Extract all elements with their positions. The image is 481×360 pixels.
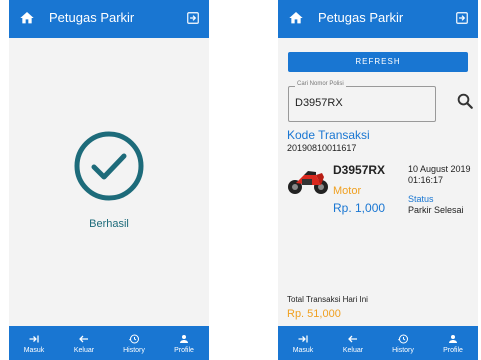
check-circle-icon (74, 131, 144, 201)
app-bar: Petugas Parkir (9, 0, 209, 38)
login-arrow-icon (298, 335, 308, 342)
status-label: Status (408, 194, 434, 204)
nav-label: Keluar (342, 346, 364, 354)
price: Rp. 1,000 (333, 201, 386, 215)
search-icon[interactable] (456, 92, 474, 110)
person-icon (180, 334, 188, 343)
bottom-nav: Masuk Keluar History Profile (278, 326, 478, 360)
exit-icon[interactable] (186, 11, 200, 25)
refresh-button[interactable]: REFRESH (288, 52, 468, 72)
person-icon (449, 334, 457, 343)
motorcycle-icon (288, 171, 328, 194)
history-icon (129, 334, 139, 343)
kode-transaksi-value: 20190810011617 (287, 143, 357, 153)
success-screen: Petugas Parkir Berhasil Masuk Keluar His… (9, 0, 209, 360)
transaction-datetime: 10 August 2019 01:16:17 (408, 164, 471, 186)
nav-history[interactable]: History (378, 326, 428, 360)
back-arrow-icon (348, 335, 357, 342)
nav-label: History (123, 346, 145, 354)
home-icon[interactable] (19, 10, 35, 26)
bottom-nav: Masuk Keluar History Profile (9, 326, 209, 360)
total-value: Rp. 51,000 (287, 308, 341, 320)
status-value: Parkir Selesai (408, 205, 464, 215)
home-icon[interactable] (288, 10, 304, 26)
transaction-time: 01:16:17 (408, 175, 444, 185)
plate-number: D3957RX (333, 163, 386, 177)
nav-keluar[interactable]: Keluar (59, 326, 109, 360)
nav-history[interactable]: History (109, 326, 159, 360)
nav-keluar[interactable]: Keluar (328, 326, 378, 360)
app-bar: Petugas Parkir (278, 0, 478, 38)
success-label: Berhasil (89, 218, 129, 230)
nav-profile[interactable]: Profile (428, 326, 478, 360)
search-input[interactable]: Cari Nomor Polisi D3957RX (288, 81, 436, 122)
nav-label: Keluar (73, 346, 95, 354)
content: REFRESH Cari Nomor Polisi D3957RX Kode T… (278, 38, 478, 326)
vehicle-type: Motor (333, 185, 362, 197)
nav-label: History (392, 346, 414, 354)
kode-transaksi-label: Kode Transaksi (287, 128, 370, 142)
app-title: Petugas Parkir (318, 10, 404, 25)
transaction-screen: Petugas Parkir REFRESH Cari Nomor Polisi… (278, 0, 478, 360)
back-arrow-icon (79, 335, 88, 342)
history-icon (398, 334, 408, 343)
nav-label: Masuk (292, 346, 314, 354)
exit-icon[interactable] (455, 11, 469, 25)
nav-label: Profile (443, 346, 463, 354)
search-label: Cari Nomor Polisi (295, 81, 346, 87)
nav-profile[interactable]: Profile (159, 326, 209, 360)
nav-masuk[interactable]: Masuk (278, 326, 328, 360)
app-title: Petugas Parkir (49, 10, 135, 25)
nav-label: Profile (174, 346, 194, 354)
total-label: Total Transaksi Hari Ini (287, 295, 368, 304)
transaction-date: 10 August 2019 (408, 164, 471, 174)
nav-masuk[interactable]: Masuk (9, 326, 59, 360)
search-value: D3957RX (295, 97, 343, 109)
login-arrow-icon (29, 335, 39, 342)
content: Berhasil (9, 38, 209, 326)
nav-label: Masuk (23, 346, 45, 354)
